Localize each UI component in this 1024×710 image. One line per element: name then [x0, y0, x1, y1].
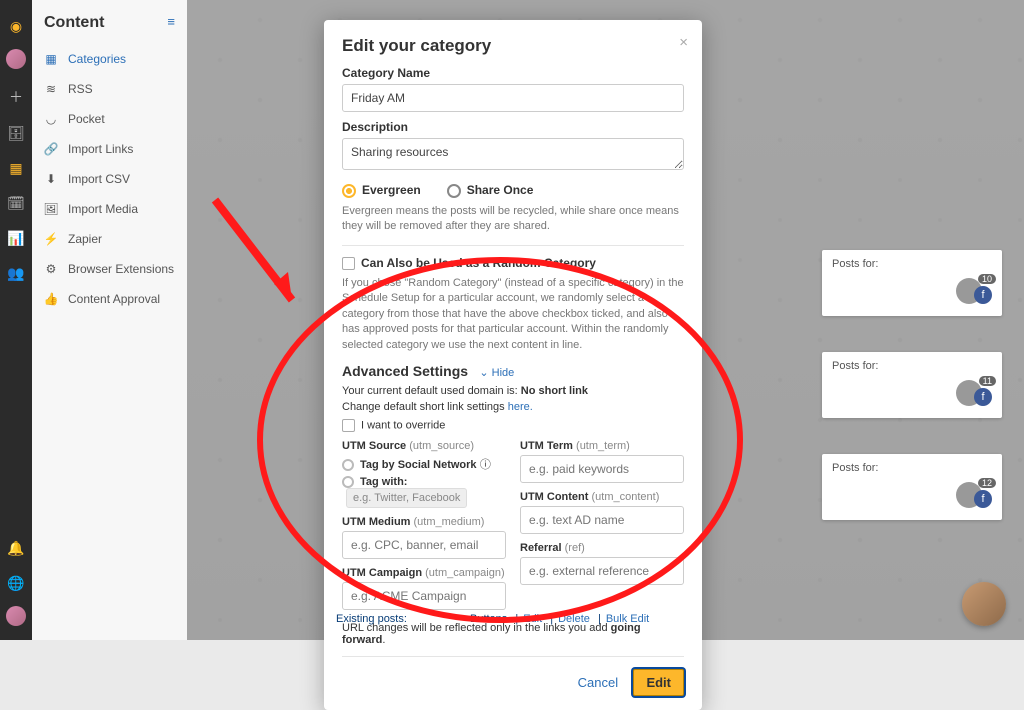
evergreen-radio[interactable]: Evergreen [342, 183, 421, 198]
post-card[interactable]: Posts for: f 12 [822, 454, 1002, 520]
info-icon[interactable]: ⓘ [480, 459, 491, 471]
utm-term-input[interactable] [520, 455, 684, 483]
tag-with-placeholder: e.g. Twitter, Facebook [346, 488, 467, 508]
checkbox-icon [342, 419, 355, 432]
existing-posts-bar: Existing posts: Buttons |Edit |Delete |B… [336, 613, 649, 625]
categories-icon: ▦ [44, 52, 58, 66]
radio-icon [342, 184, 356, 198]
change-settings-link[interactable]: here. [508, 401, 533, 413]
share-once-radio[interactable]: Share Once [447, 183, 534, 198]
pocket-icon: ◡ [44, 112, 58, 126]
random-category-checkbox[interactable]: Can Also be Used as a Random Category [342, 256, 596, 270]
card-title: Posts for: [832, 360, 878, 372]
count-badge: 12 [978, 478, 996, 488]
media-icon: 🖼 [44, 202, 58, 216]
gear-icon: ⚙ [44, 262, 58, 276]
close-icon[interactable]: × [679, 34, 688, 51]
radio-icon [447, 184, 461, 198]
change-link-row: Change default short link settings here. [342, 401, 684, 413]
facebook-icon: f [974, 388, 992, 406]
logo-icon: ◉ [10, 18, 22, 35]
calendar-icon[interactable]: 🗓 [7, 195, 25, 212]
random-help-text: If you chose "Random Category" (instead … [342, 276, 684, 353]
briefcase-icon[interactable]: 🗄 [7, 125, 25, 142]
domain-info: Your current default used domain is: No … [342, 385, 684, 397]
tag-social-radio[interactable]: Tag by Social Network ⓘ [342, 456, 506, 472]
sidebar-item-import-links[interactable]: 🔗 Import Links [44, 134, 175, 164]
utm-campaign-label: UTM Campaign (utm_campaign) [342, 567, 506, 579]
globe-icon[interactable]: 🌐 [7, 575, 24, 592]
post-card[interactable]: Posts for: f 10 [822, 250, 1002, 316]
edit-button[interactable]: Edit [633, 669, 684, 696]
sidebar-item-content-approval[interactable]: 👍 Content Approval [44, 284, 175, 314]
referral-label: Referral (ref) [520, 542, 684, 554]
support-avatar[interactable] [962, 582, 1006, 626]
post-card[interactable]: Posts for: f 11 [822, 352, 1002, 418]
sidebar-title: Content [44, 14, 175, 32]
stats-icon[interactable]: 📊 [7, 230, 24, 247]
collapse-icon[interactable]: ≡ [167, 14, 175, 29]
facebook-icon: f [974, 490, 992, 508]
sidebar-item-categories[interactable]: ▦ Categories [44, 44, 175, 74]
card-title: Posts for: [832, 258, 878, 270]
utm-medium-input[interactable] [342, 531, 506, 559]
count-badge: 10 [978, 274, 996, 284]
utm-medium-label: UTM Medium (utm_medium) [342, 516, 506, 528]
url-note: URL changes will be reflected only in th… [342, 622, 684, 646]
share-help-text: Evergreen means the posts will be recycl… [342, 204, 684, 235]
grid-icon[interactable]: ▦ [9, 160, 22, 177]
hide-toggle[interactable]: ⌄ Hide [479, 367, 514, 379]
utm-source-label: UTM Source (utm_source) [342, 440, 506, 452]
sidebar-item-rss[interactable]: ≋ RSS [44, 74, 175, 104]
description-label: Description [342, 120, 684, 134]
thumbs-up-icon: 👍 [44, 292, 58, 306]
referral-input[interactable] [520, 557, 684, 585]
link-icon: 🔗 [44, 142, 58, 156]
card-title: Posts for: [832, 462, 878, 474]
zapier-icon: ⚡ [44, 232, 58, 246]
user-avatar[interactable] [6, 49, 26, 69]
csv-icon: ⬇ [44, 172, 58, 186]
sidebar-item-pocket[interactable]: ◡ Pocket [44, 104, 175, 134]
facebook-icon: f [974, 286, 992, 304]
chevron-down-icon: ⌄ [479, 367, 488, 379]
checkbox-icon [342, 257, 355, 270]
tag-with-radio[interactable]: Tag with:e.g. Twitter, Facebook [342, 474, 506, 508]
advanced-settings-title: Advanced Settings [342, 363, 468, 379]
people-icon[interactable]: 👥 [7, 265, 24, 282]
edit-category-modal: × Edit your category Category Name Descr… [324, 20, 702, 710]
sidebar-item-browser-ext[interactable]: ⚙ Browser Extensions [44, 254, 175, 284]
utm-content-input[interactable] [520, 506, 684, 534]
user-avatar-bottom[interactable] [6, 606, 26, 626]
bell-icon[interactable]: 🔔 [7, 540, 24, 557]
sidebar-item-import-media[interactable]: 🖼 Import Media [44, 194, 175, 224]
utm-campaign-input[interactable] [342, 582, 506, 610]
category-name-input[interactable] [342, 84, 684, 112]
add-icon[interactable]: ＋ [9, 87, 23, 107]
count-badge: 11 [979, 376, 996, 386]
override-checkbox[interactable]: I want to override [342, 419, 684, 432]
bulk-edit-link[interactable]: Bulk Edit [606, 613, 649, 625]
sidebar-item-zapier[interactable]: ⚡ Zapier [44, 224, 175, 254]
delete-link[interactable]: Delete [558, 613, 590, 625]
description-textarea[interactable]: Sharing resources [342, 138, 684, 170]
sidebar-item-import-csv[interactable]: ⬇ Import CSV [44, 164, 175, 194]
nav-rail: ◉ ＋ 🗄 ▦ 🗓 📊 👥 🔔 🌐 [0, 0, 32, 640]
radio-icon [342, 476, 354, 488]
modal-title: Edit your category [342, 36, 684, 56]
category-name-label: Category Name [342, 66, 684, 80]
edit-link[interactable]: Edit [523, 613, 542, 625]
cancel-button[interactable]: Cancel [566, 669, 630, 696]
radio-icon [342, 459, 354, 471]
content-sidebar: ≡ Content ▦ Categories ≋ RSS ◡ Pocket 🔗 … [32, 0, 187, 640]
utm-content-label: UTM Content (utm_content) [520, 491, 684, 503]
rss-icon: ≋ [44, 82, 58, 96]
utm-term-label: UTM Term (utm_term) [520, 440, 684, 452]
